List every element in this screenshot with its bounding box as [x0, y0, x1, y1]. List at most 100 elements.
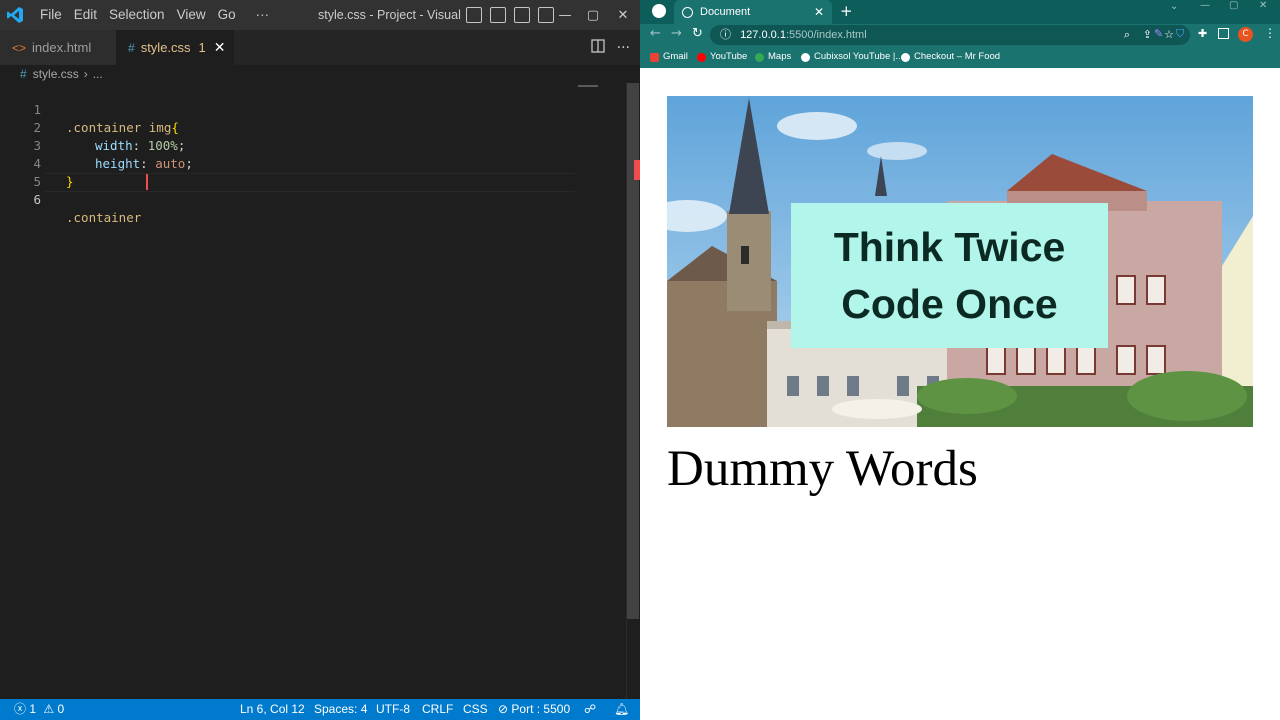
breadcrumb: # style.css › ... — [0, 65, 626, 83]
browser-menu-icon[interactable] — [652, 4, 666, 18]
problems-indicator[interactable]: ⓧ 1 ⚠ 0 — [14, 699, 64, 720]
url-host: 127.0.0.1 — [740, 29, 786, 41]
menu-view[interactable]: View — [171, 0, 212, 30]
live-server-status[interactable]: ⊘ Port : 5500 — [498, 699, 570, 720]
cursor-position[interactable]: Ln 6, Col 12 — [240, 699, 305, 720]
browser-tabstrip: Document ✕ + ⌄ — ▢ ✕ — [640, 0, 1280, 24]
error-count: 1 — [29, 702, 37, 716]
layout-controls — [466, 7, 558, 23]
error-icon: ⓧ — [14, 702, 27, 716]
menu-edit[interactable]: Edit — [68, 0, 103, 30]
breadcrumb-file[interactable]: style.css — [33, 67, 79, 81]
menu-selection[interactable]: Selection — [103, 0, 171, 30]
hero-caption-line-2: Code Once — [841, 280, 1058, 327]
warning-icon: ⚠ — [43, 702, 55, 716]
bookmark-star-icon[interactable]: ☆ — [1164, 25, 1174, 45]
toggle-sidebar-icon[interactable] — [466, 7, 482, 23]
bookmark-youtube[interactable]: YouTube — [697, 46, 747, 68]
close-window-button[interactable]: ✕ — [1259, 0, 1267, 11]
minimap[interactable] — [578, 83, 626, 113]
line-number: 6 — [33, 192, 41, 207]
profile-avatar[interactable]: C — [1238, 27, 1253, 42]
vscode-logo-icon — [0, 0, 30, 30]
shield-extension-icon[interactable]: ⛉ — [1176, 27, 1184, 41]
minimize-button[interactable]: — — [1200, 0, 1210, 11]
bookmark-label: Gmail — [663, 51, 688, 62]
port-icon: ⊘ — [498, 702, 509, 716]
bookmark-gmail[interactable]: Gmail — [650, 46, 688, 68]
hero-image: Think Twice Code Once — [667, 96, 1253, 427]
code-editor[interactable]: 1 .container img{ 2 width: 100%; 3 heigh… — [0, 83, 626, 699]
maximize-button[interactable]: ▢ — [1229, 0, 1238, 11]
feedback-icon[interactable]: ☍ — [584, 699, 596, 720]
close-window-button[interactable]: ✕ — [606, 0, 640, 30]
reload-icon[interactable]: ↻ — [692, 26, 703, 41]
code-line[interactable]: 3 height: auto; — [0, 119, 600, 171]
maps-icon — [755, 52, 764, 62]
back-icon[interactable]: ← — [650, 26, 661, 41]
share-icon[interactable]: ⇪ — [1143, 25, 1152, 45]
tab-style-css[interactable]: # style.css 1 ✕ — [116, 30, 234, 65]
page-viewport: Think Twice Code Once Dummy Words — [640, 68, 1280, 720]
bookmarks-bar: Gmail YouTube Maps Cubixsol YouTube |...… — [640, 46, 1280, 68]
code-line[interactable]: 5 — [0, 155, 600, 189]
window-title: style.css - Project - Visual ... — [318, 8, 464, 22]
code-line[interactable]: 2 width: 100%; — [0, 101, 600, 153]
split-editor-icon[interactable] — [590, 38, 605, 57]
language-mode[interactable]: CSS — [463, 699, 488, 720]
file-encoding[interactable]: UTF-8 — [376, 699, 410, 720]
site-info-icon: ⓘ — [720, 29, 731, 41]
editor-actions: ··· — [590, 30, 630, 65]
editor-tabbar: <> index.html # style.css 1 ✕ ··· — [0, 30, 640, 65]
globe-icon — [901, 52, 910, 62]
breadcrumb-symbol[interactable]: ... — [93, 67, 103, 81]
toggle-secondary-sidebar-icon[interactable] — [514, 7, 530, 23]
tab-label: index.html — [32, 40, 92, 55]
hero-caption-box: Think Twice Code Once — [791, 203, 1108, 348]
port-label: Port : 5500 — [511, 702, 571, 716]
chrome-menu-icon[interactable]: ⋮ — [1264, 26, 1276, 40]
text-cursor — [146, 174, 148, 190]
gmail-icon — [650, 52, 659, 62]
warning-count: 0 — [57, 702, 65, 716]
css-file-icon: # — [20, 67, 27, 81]
new-tab-button[interactable]: + — [840, 2, 853, 20]
close-tab-icon[interactable]: ✕ — [814, 5, 824, 19]
globe-icon — [682, 6, 693, 18]
extension-icon[interactable]: ✎ — [1154, 27, 1163, 40]
menu-go[interactable]: Go — [212, 0, 242, 30]
forward-icon[interactable]: → — [671, 26, 682, 41]
code-line[interactable]: 4 } — [0, 137, 600, 189]
menu-more[interactable]: ··· — [250, 0, 276, 30]
css-selector: .container — [66, 210, 149, 225]
more-actions-icon[interactable]: ··· — [617, 40, 630, 56]
code-line-active[interactable]: 6 .container — [0, 173, 600, 225]
indentation[interactable]: Spaces: 4 — [314, 699, 367, 720]
code-line[interactable]: 1 .container img{ — [0, 83, 600, 135]
line-ending[interactable]: CRLF — [422, 699, 453, 720]
browser-toolbar: ← → ↻ ⓘ 127.0.0.1:5500/index.html ⌕ ⇪ ☆ … — [640, 24, 1280, 46]
url-path: :5500/index.html — [785, 29, 867, 41]
tab-search-icon[interactable]: ⌄ — [1170, 1, 1178, 12]
browser-tab[interactable]: Document ✕ — [674, 0, 832, 24]
bookmark-maps[interactable]: Maps — [755, 46, 791, 68]
hero-caption-line-1: Think Twice — [833, 223, 1066, 270]
close-tab-icon[interactable]: ✕ — [214, 39, 226, 56]
menu-file[interactable]: File — [34, 0, 68, 30]
bookmark-checkout[interactable]: Checkout – Mr Food — [901, 46, 1000, 68]
maximize-button[interactable]: ▢ — [576, 0, 610, 30]
address-bar[interactable]: ⓘ 127.0.0.1:5500/index.html ⌕ ⇪ ☆ — [710, 25, 1190, 45]
vscode-window: File Edit Selection View Go ··· style.cs… — [0, 0, 640, 720]
side-panel-icon[interactable] — [1218, 28, 1229, 39]
youtube-icon — [697, 52, 706, 62]
notifications-bell-icon[interactable]: 🔔︎ — [614, 699, 629, 720]
toggle-panel-icon[interactable] — [490, 7, 506, 23]
cubixsol-icon — [801, 52, 810, 62]
tab-title: Document — [700, 6, 751, 18]
zoom-icon[interactable]: ⌕ — [1124, 25, 1130, 45]
bookmark-cubixsol[interactable]: Cubixsol YouTube |... — [801, 46, 903, 68]
extensions-puzzle-icon[interactable]: ✚ — [1198, 27, 1207, 40]
tab-index-html[interactable]: <> index.html — [0, 30, 116, 65]
bookmark-label: Cubixsol YouTube |... — [814, 51, 904, 62]
chevron-right-icon: › — [83, 67, 88, 81]
